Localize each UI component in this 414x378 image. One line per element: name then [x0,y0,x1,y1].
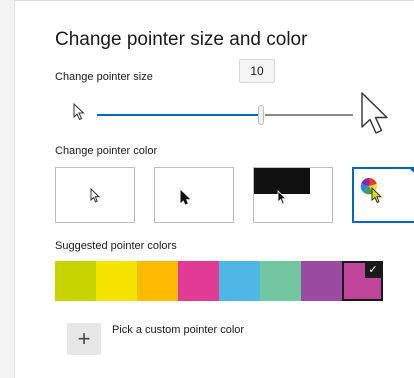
color-swatch[interactable] [137,261,178,301]
color-swatch[interactable] [260,261,301,301]
cursor-inverted-icon [277,190,287,205]
pointer-size-slider[interactable] [97,103,353,127]
settings-panel: Change pointer size and color Change poi… [14,0,414,378]
color-swatch[interactable] [301,261,342,301]
slider-thumb[interactable] [258,105,264,125]
page-title: Change pointer size and color [55,29,308,50]
color-swatch[interactable]: ✓ [342,261,383,301]
cursor-color-wheel-icon [371,187,383,204]
cursor-black-icon [180,190,191,205]
pointer-color-white-option[interactable] [55,167,135,223]
pointer-size-value: 10 [239,59,275,83]
pointer-size-label: Change pointer size [55,71,153,83]
pointer-color-inverted-option[interactable] [253,167,333,223]
color-swatch[interactable] [55,261,96,301]
pointer-color-black-option[interactable] [154,167,234,223]
pointer-color-label: Change pointer color [55,145,158,157]
checkmark-icon: ✓ [365,263,381,278]
slider-track-filled [97,114,261,116]
cursor-arrow-small-icon [73,103,85,121]
pointer-color-custom-option[interactable] [352,167,414,223]
add-custom-color-button[interactable]: + [67,323,101,355]
color-swatch[interactable] [96,261,137,301]
color-swatch[interactable] [219,261,260,301]
custom-color-label: Pick a custom pointer color [112,324,245,336]
cursor-white-icon [90,188,101,203]
cursor-arrow-large-icon [361,92,388,134]
color-swatch[interactable] [178,261,219,301]
slider-track-rest [265,114,353,116]
suggested-colors-label: Suggested pointer colors [55,240,177,252]
selected-corner [409,169,414,190]
